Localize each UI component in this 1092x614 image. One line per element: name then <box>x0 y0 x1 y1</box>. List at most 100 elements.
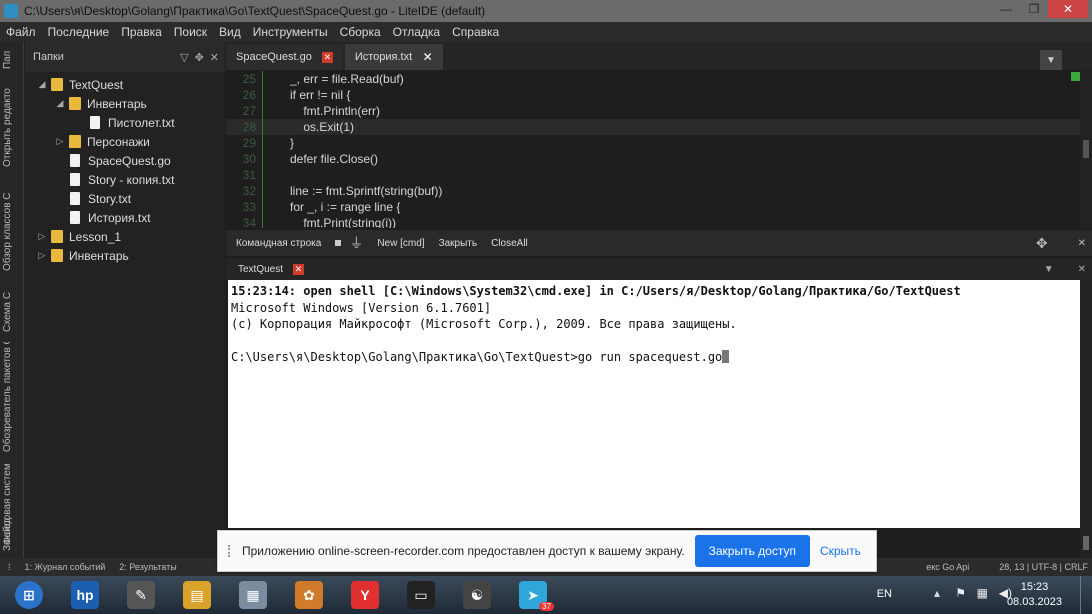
taskbar-explorer-button[interactable]: ▤ <box>170 578 224 612</box>
new-cmd-button[interactable]: New [cmd] <box>377 238 424 249</box>
side-tab-folders[interactable]: Пап <box>2 46 22 74</box>
terminal-output[interactable]: 15:23:14: open shell [C:\Windows\System3… <box>228 280 1080 528</box>
tab-list-dropdown-icon[interactable]: ▼ <box>1040 50 1062 70</box>
side-tab-class-view[interactable]: Обзор классов С <box>2 182 22 282</box>
minimize-button[interactable]: — <box>992 0 1020 18</box>
close-button[interactable]: Закрыть <box>439 238 478 249</box>
menu-recent[interactable]: Последние <box>42 25 116 39</box>
tree-folder[interactable]: ◢ TextQuest <box>37 75 124 94</box>
close-panel-icon[interactable]: ✕ <box>210 51 219 64</box>
taskbar-telegram-button[interactable]: ➤ 37 <box>506 578 560 612</box>
terminal-prompt-line[interactable]: C:\Users\я\Desktop\Golang\Практика\Go\Te… <box>231 350 1077 367</box>
drag-handle-icon[interactable] <box>228 545 232 557</box>
tab-list-dropdown-icon[interactable]: ▼ <box>1044 264 1054 275</box>
tree-file[interactable]: SpaceQuest.go <box>55 151 171 170</box>
taskbar-cmd-button[interactable]: ▭ <box>394 578 448 612</box>
taskbar-yandex-button[interactable]: Y <box>338 578 392 612</box>
code-line[interactable]: 29} <box>226 135 1080 151</box>
statusbar-go-api[interactable]: екс Go Api <box>926 562 969 572</box>
yandex-icon: Y <box>351 581 379 609</box>
code-line[interactable]: 32 line := fmt.Sprintf(string(buf)) <box>226 183 1080 199</box>
close-panel-icon[interactable]: ✕ <box>1078 238 1086 249</box>
line-number: 31 <box>242 168 256 182</box>
taskbar-hp-button[interactable]: hp <box>58 578 112 612</box>
tab-spacequest-go[interactable]: SpaceQuest.go ✕ <box>226 44 343 70</box>
stop-sharing-button[interactable]: Закрыть доступ <box>694 535 810 567</box>
maximize-button[interactable]: ❐ <box>1020 0 1048 18</box>
tree-file[interactable]: Пистолет.txt <box>75 113 175 132</box>
tree-file[interactable]: Story - копия.txt <box>55 170 174 189</box>
stop-icon[interactable] <box>335 240 342 246</box>
menu-debug[interactable]: Отладка <box>387 25 446 39</box>
code-editor[interactable]: 25 _, err = file.Read(buf) 26 if err != nil… <box>226 70 1080 228</box>
tree-folder[interactable]: ▷ Инвентарь <box>37 246 129 265</box>
tree-file[interactable]: Story.txt <box>55 189 131 208</box>
line-number: 29 <box>242 136 256 150</box>
menu-edit[interactable]: Правка <box>115 25 168 39</box>
taskbar-liteide-button[interactable]: ☯ <box>450 578 504 612</box>
move-icon[interactable]: ✥ <box>195 51 204 64</box>
menu-file[interactable]: Файл <box>0 25 42 39</box>
folder-icon <box>51 78 63 91</box>
tree-folder[interactable]: ▷ Lesson_1 <box>37 227 122 246</box>
expand-arrow-icon[interactable]: ▷ <box>37 250 47 261</box>
scrollbar-thumb[interactable] <box>1083 536 1089 550</box>
menu-tools[interactable]: Инструменты <box>247 25 334 39</box>
tree-folder[interactable]: ▷ Персонажи <box>55 132 150 151</box>
scrollbar-thumb[interactable] <box>1083 140 1089 158</box>
code-line[interactable]: 26 if err != nil { <box>226 87 1080 103</box>
menu-help[interactable]: Справка <box>446 25 505 39</box>
close-output-tab-icon[interactable]: ✕ <box>293 263 305 275</box>
status-indicator-icon <box>1071 72 1080 81</box>
expand-arrow-icon[interactable]: ◢ <box>55 98 65 109</box>
taskbar-tool-button[interactable]: ✎ <box>114 578 168 612</box>
taskbar-calculator-button[interactable]: ▦ <box>226 578 280 612</box>
code-line[interactable]: 31 <box>226 167 1080 183</box>
menu-search[interactable]: Поиск <box>168 25 213 39</box>
side-tab-bookmarks[interactable]: Заклад <box>2 512 22 556</box>
code-text: line := fmt.Sprintf(string(buf)) <box>290 184 443 198</box>
flag-icon[interactable]: ⚑ <box>955 586 966 600</box>
move-icon[interactable]: ✥ <box>1036 235 1048 252</box>
close-panel-icon[interactable]: ✕ <box>1078 264 1086 275</box>
output-tab-label[interactable]: TextQuest <box>238 264 283 275</box>
expand-arrow-icon[interactable]: ▷ <box>37 231 47 242</box>
expand-arrow-icon[interactable]: ◢ <box>37 79 47 90</box>
hide-link[interactable]: Скрыть <box>820 544 861 558</box>
code-line[interactable]: 28 os.Exit(1) <box>226 119 1080 135</box>
close-tab-icon[interactable]: ✕ <box>321 51 333 63</box>
language-indicator[interactable]: EN <box>877 588 892 600</box>
side-tab-open-editors[interactable]: Открыть редакто <box>2 78 22 178</box>
network-icon[interactable]: ▦ <box>977 586 988 600</box>
code-line[interactable]: 30 defer file.Close() <box>226 151 1080 167</box>
tab-istoriya-txt[interactable]: История.txt ✕ <box>344 44 444 70</box>
tree-folder[interactable]: ◢ Инвентарь <box>55 94 147 113</box>
file-icon <box>70 173 80 186</box>
filter-icon[interactable]: ▽ <box>180 51 188 64</box>
close-window-button[interactable]: ✕ <box>1048 0 1088 18</box>
code-line[interactable]: 33 for _, i := range line { <box>226 199 1080 215</box>
expand-arrow-icon[interactable]: ▷ <box>55 136 65 147</box>
tree-file[interactable]: История.txt <box>55 208 151 227</box>
menu-view[interactable]: Вид <box>213 25 247 39</box>
clock[interactable]: 15:23 08.03.2023 <box>1007 580 1062 610</box>
statusbar-results[interactable]: 2: Результаты <box>119 562 176 572</box>
code-line[interactable]: 34 fmt.Print(string(i)) <box>226 215 1080 228</box>
menu-build[interactable]: Сборка <box>334 25 387 39</box>
tray-chevron-icon[interactable]: ▴ <box>934 586 940 600</box>
close-all-button[interactable]: CloseAll <box>491 238 528 249</box>
taskbar-paint-button[interactable]: ✿ <box>282 578 336 612</box>
show-desktop-button[interactable] <box>1080 576 1092 614</box>
code-line[interactable]: 27 fmt.Println(err) <box>226 103 1080 119</box>
editor-scrollbar[interactable] <box>1080 70 1092 228</box>
side-tab-outline[interactable]: Схема С <box>2 286 22 338</box>
taskbar-windows-start-button[interactable]: ⊞ <box>2 578 56 612</box>
output-tab-bar: TextQuest ✕ ▼ ✕ <box>226 258 1092 280</box>
code-line[interactable]: 25 _, err = file.Read(buf) <box>226 71 1080 87</box>
close-tab-icon[interactable]: ✕ <box>422 51 433 63</box>
side-tab-package-browser[interactable]: Обозреватель пакетов С <box>2 342 22 452</box>
statusbar-event-log[interactable]: 1: Журнал событий <box>25 562 106 572</box>
output-scrollbar[interactable] <box>1080 280 1092 558</box>
filter-icon[interactable]: ⏚ <box>349 233 363 253</box>
tree-label: Инвентарь <box>69 248 129 263</box>
